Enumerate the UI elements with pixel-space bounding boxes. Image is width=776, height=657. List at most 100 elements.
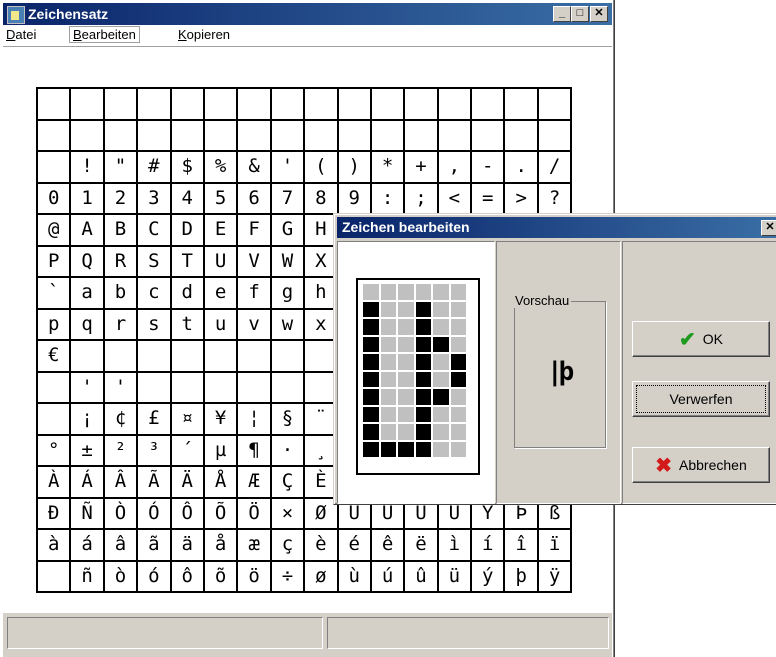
char-cell[interactable]: ' [69, 370, 105, 404]
char-cell[interactable]: a [69, 276, 105, 310]
pixel-cell[interactable] [380, 406, 396, 422]
pixel-cell[interactable] [415, 301, 431, 317]
char-cell[interactable] [35, 87, 72, 121]
char-cell[interactable] [236, 370, 272, 404]
pixel-cell[interactable] [433, 301, 449, 317]
pixel-cell[interactable] [380, 301, 396, 317]
pixel-cell[interactable] [433, 319, 449, 335]
char-cell[interactable]: ä [169, 528, 205, 562]
char-cell[interactable] [169, 118, 205, 152]
char-cell[interactable] [35, 370, 72, 404]
char-cell[interactable]: ( [303, 150, 339, 184]
char-cell[interactable]: Â [102, 465, 139, 499]
pixel-cell[interactable] [433, 336, 449, 352]
char-cell[interactable]: 3 [136, 181, 172, 215]
pixel-cell[interactable] [363, 424, 379, 440]
char-cell[interactable]: ² [102, 433, 139, 467]
char-cell[interactable]: ³ [136, 433, 172, 467]
char-cell[interactable]: 1 [69, 181, 105, 215]
char-cell[interactable]: ç [269, 528, 306, 562]
pixel-cell[interactable] [450, 371, 466, 387]
char-cell[interactable]: C [136, 213, 172, 247]
pixel-cell[interactable] [450, 336, 466, 352]
char-cell[interactable]: ¢ [102, 402, 139, 436]
char-cell[interactable]: 0 [35, 181, 72, 215]
pixel-cell[interactable] [398, 354, 414, 370]
char-cell[interactable]: " [102, 150, 139, 184]
char-cell[interactable]: · [269, 433, 306, 467]
char-cell[interactable]: ´ [169, 433, 205, 467]
char-cell[interactable]: v [236, 307, 272, 341]
cancel-button[interactable]: ✖ Abbrechen [632, 447, 770, 483]
char-cell[interactable]: î [503, 528, 539, 562]
char-cell[interactable]: € [35, 339, 72, 373]
pixel-cell[interactable] [380, 424, 396, 440]
pixel-cell[interactable] [433, 371, 449, 387]
dialog-close-icon[interactable]: ✕ [761, 220, 776, 236]
char-cell[interactable]: Å [202, 465, 239, 499]
char-cell[interactable] [536, 118, 573, 152]
pixel-cell[interactable] [450, 424, 466, 440]
char-cell[interactable]: æ [236, 528, 272, 562]
pixel-cell[interactable] [450, 284, 466, 300]
char-cell[interactable]: 9 [336, 181, 372, 215]
char-cell[interactable]: g [269, 276, 306, 310]
char-cell[interactable] [436, 118, 473, 152]
char-cell[interactable]: Ò [102, 496, 139, 530]
pixel-cell[interactable] [433, 389, 449, 405]
char-cell[interactable]: e [202, 276, 239, 310]
char-cell[interactable] [503, 87, 539, 121]
char-cell[interactable]: Ô [169, 496, 205, 530]
char-cell[interactable]: ¤ [169, 402, 205, 436]
char-cell[interactable] [169, 339, 205, 373]
pixel-cell[interactable] [363, 284, 379, 300]
menu-bearbeiten[interactable]: Bearbeiten [69, 26, 140, 43]
char-cell[interactable]: R [102, 244, 139, 278]
char-cell[interactable]: ù [336, 559, 372, 593]
char-cell[interactable]: T [169, 244, 205, 278]
pixel-cell[interactable] [398, 424, 414, 440]
char-cell[interactable]: ü [436, 559, 473, 593]
pixel-cell[interactable] [363, 406, 379, 422]
char-cell[interactable]: ! [69, 150, 105, 184]
pixel-cell[interactable] [363, 319, 379, 335]
char-cell[interactable] [136, 370, 172, 404]
pixel-cell[interactable] [433, 354, 449, 370]
char-cell[interactable] [69, 118, 105, 152]
char-cell[interactable]: À [35, 465, 72, 499]
char-cell[interactable]: õ [202, 559, 239, 593]
char-cell[interactable] [403, 87, 439, 121]
pixel-cell[interactable] [380, 441, 396, 457]
char-cell[interactable] [236, 339, 272, 373]
char-cell[interactable] [503, 118, 539, 152]
char-cell[interactable]: ö [236, 559, 272, 593]
char-cell[interactable] [369, 87, 406, 121]
char-cell[interactable]: â [102, 528, 139, 562]
char-cell[interactable]: û [403, 559, 439, 593]
char-cell[interactable]: / [536, 150, 573, 184]
char-cell[interactable]: S [136, 244, 172, 278]
char-cell[interactable]: U [202, 244, 239, 278]
pixel-cell[interactable] [380, 319, 396, 335]
char-cell[interactable]: Ð [35, 496, 72, 530]
pixel-cell[interactable] [380, 371, 396, 387]
char-cell[interactable]: à [35, 528, 72, 562]
pixel-cell[interactable] [450, 301, 466, 317]
char-cell[interactable] [403, 118, 439, 152]
char-cell[interactable]: ' [269, 150, 306, 184]
char-cell[interactable]: ú [369, 559, 406, 593]
char-cell[interactable]: 2 [102, 181, 139, 215]
char-cell[interactable] [303, 87, 339, 121]
char-cell[interactable] [536, 87, 573, 121]
pixel-cell[interactable] [363, 371, 379, 387]
char-cell[interactable]: A [69, 213, 105, 247]
char-cell[interactable]: , [436, 150, 473, 184]
char-cell[interactable]: @ [35, 213, 72, 247]
pixel-cell[interactable] [415, 354, 431, 370]
char-cell[interactable]: q [69, 307, 105, 341]
pixel-cell[interactable] [415, 284, 431, 300]
pixel-cell[interactable] [398, 441, 414, 457]
char-cell[interactable]: B [102, 213, 139, 247]
char-cell[interactable] [102, 87, 139, 121]
char-cell[interactable]: ? [536, 181, 573, 215]
